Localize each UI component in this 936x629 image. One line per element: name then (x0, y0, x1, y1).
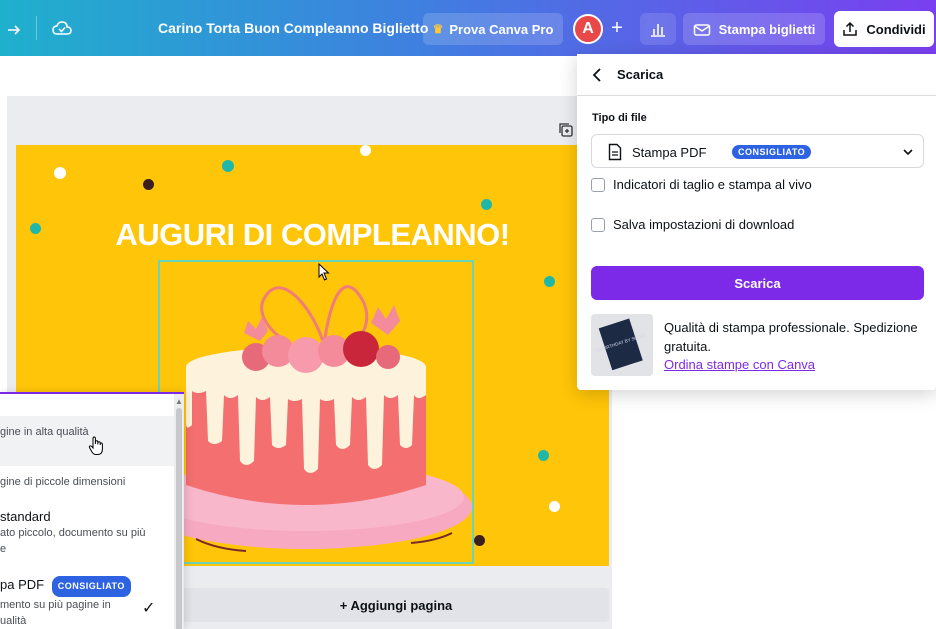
hand-cursor-icon (88, 436, 103, 455)
divider (36, 16, 37, 40)
file-type-select[interactable]: Stampa PDF CONSIGLIATO (591, 134, 924, 168)
crop-marks-option[interactable]: Indicatori di taglio e stampa al vivo (591, 177, 812, 192)
save-settings-option[interactable]: Salva impostazioni di download (591, 217, 794, 232)
redo-icon[interactable] (0, 14, 28, 42)
chevron-down-icon (903, 149, 913, 156)
card-envelope-icon (693, 24, 710, 36)
option-subtitle: gine in alta qualità (0, 426, 89, 438)
save-settings-label: Salva impostazioni di download (613, 217, 795, 232)
file-type-dropdown: ▲ gine in alta qualità gine di piccole d… (0, 392, 184, 629)
duplicate-page-icon[interactable] (558, 122, 574, 138)
selection-frame[interactable] (158, 260, 474, 564)
upload-icon (843, 21, 858, 36)
checkmark-icon: ✓ (142, 600, 156, 617)
dropdown-scrollbar-thumb[interactable] (176, 408, 182, 629)
file-type-option-jpg[interactable]: gine di piccole dimensioni (0, 470, 174, 496)
recommended-badge: CONSIGLIATO (732, 145, 812, 159)
crown-icon: ♛ (432, 22, 444, 36)
add-page-button[interactable]: + Aggiungi pagina (183, 588, 609, 622)
option-subtitle: ato piccolo, documento su più (0, 527, 146, 539)
chevron-left-icon[interactable] (589, 66, 607, 84)
print-promo-text: Qualità di stampa professionale. Spedizi… (664, 320, 918, 354)
share-label: Condividi (866, 21, 926, 37)
download-panel-title: Scarica (617, 67, 664, 82)
file-type-label: Tipo di file (592, 112, 647, 124)
add-collaborator-button[interactable]: + (607, 14, 627, 42)
recommended-badge: CONSIGLIATO (51, 576, 131, 597)
scroll-up-icon[interactable]: ▲ (175, 397, 183, 406)
save-settings-checkbox[interactable] (591, 217, 605, 232)
crop-marks-checkbox[interactable] (591, 177, 605, 192)
canva-editor: Carino Torta Buon Compleanno Biglietto ♛… (0, 0, 936, 629)
order-prints-link[interactable]: Ordina stampe con Canva (664, 357, 815, 372)
download-button[interactable]: Scarica (591, 266, 924, 300)
bar-chart-icon (651, 24, 665, 37)
share-button[interactable]: Condividi (834, 11, 934, 47)
option-title: pa PDF CONSIGLIATO (0, 576, 174, 597)
mouse-pointer-icon (318, 263, 330, 281)
file-type-option-pdf-standard[interactable]: standard ato piccolo, documento su più e (0, 506, 174, 566)
selected-file-type: Stampa PDF (632, 145, 707, 160)
cloud-saved-icon[interactable] (48, 14, 76, 42)
print-promo-image: TO BIRTHDAY BY SO SO (591, 314, 653, 376)
insights-button[interactable] (640, 13, 676, 45)
document-title[interactable]: Carino Torta Buon Compleanno Biglietto (158, 20, 428, 36)
avatar[interactable]: A (573, 14, 603, 44)
option-subtitle: gine di piccole dimensioni (0, 476, 126, 488)
document-icon (608, 143, 622, 161)
download-panel: Scarica Tipo di file Stampa PDF CONSIGLI… (577, 54, 936, 390)
top-bar: Carino Torta Buon Compleanno Biglietto ♛… (0, 0, 936, 56)
option-subtitle: e (0, 543, 7, 555)
print-cards-label: Stampa biglietti (718, 21, 816, 37)
option-title: standard (0, 509, 51, 524)
file-type-option-png[interactable]: gine in alta qualità (0, 416, 174, 466)
try-canva-pro-button[interactable]: ♛ Prova Canva Pro (423, 13, 563, 45)
print-cards-button[interactable]: Stampa biglietti (683, 13, 825, 45)
download-panel-header: Scarica (577, 54, 936, 96)
option-title-text: pa PDF (0, 577, 45, 592)
try-canva-pro-label: Prova Canva Pro (449, 21, 554, 37)
crop-marks-label: Indicatori di taglio e stampa al vivo (613, 177, 812, 192)
